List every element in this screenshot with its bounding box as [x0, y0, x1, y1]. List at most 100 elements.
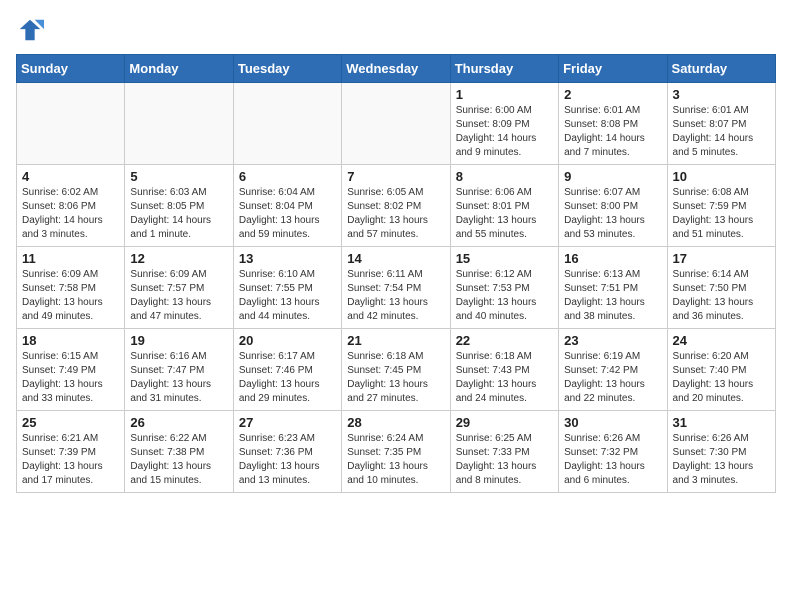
- day-info: Sunrise: 6:25 AMSunset: 7:33 PMDaylight:…: [456, 432, 553, 488]
- day-info: Sunrise: 6:18 AMSunset: 7:45 PMDaylight:…: [347, 350, 444, 406]
- week-row-2: 4Sunrise: 6:02 AMSunset: 8:06 PMDaylight…: [17, 165, 776, 247]
- day-info: Sunrise: 6:11 AMSunset: 7:54 PMDaylight:…: [347, 268, 444, 324]
- day-info: Sunrise: 6:03 AMSunset: 8:05 PMDaylight:…: [130, 186, 227, 242]
- day-info: Sunrise: 6:18 AMSunset: 7:43 PMDaylight:…: [456, 350, 553, 406]
- day-info: Sunrise: 6:01 AMSunset: 8:07 PMDaylight:…: [673, 104, 770, 160]
- calendar-cell: 3 Sunrise: 6:01 AMSunset: 8:07 PMDaylight…: [667, 83, 775, 165]
- day-info: Sunrise: 6:06 AMSunset: 8:01 PMDaylight:…: [456, 186, 553, 242]
- day-of-week-thursday: Thursday: [450, 55, 558, 83]
- calendar-cell: [233, 83, 341, 165]
- calendar-cell: 16Sunrise: 6:13 AMSunset: 7:51 PMDayligh…: [559, 247, 667, 329]
- day-of-week-tuesday: Tuesday: [233, 55, 341, 83]
- calendar-cell: 2 Sunrise: 6:01 AMSunset: 8:08 PMDaylight…: [559, 83, 667, 165]
- calendar-cell: 10 Sunrise: 6:08 AMSunset: 7:59 PMDayligh…: [667, 165, 775, 247]
- day-info: Sunrise: 6:09 AMSunset: 7:58 PMDaylight:…: [22, 268, 119, 324]
- day-number: 28: [347, 415, 444, 430]
- calendar-cell: 5 Sunrise: 6:03 AMSunset: 8:05 PMDaylight…: [125, 165, 233, 247]
- calendar-cell: [342, 83, 450, 165]
- day-info: Sunrise: 6:26 AMSunset: 7:32 PMDaylight:…: [564, 432, 661, 488]
- day-of-week-monday: Monday: [125, 55, 233, 83]
- day-number: 3: [673, 87, 770, 102]
- calendar-cell: 1 Sunrise: 6:00 AMSunset: 8:09 PMDaylight…: [450, 83, 558, 165]
- day-number: 12: [130, 251, 227, 266]
- day-info: Sunrise: 6:12 AMSunset: 7:53 PMDaylight:…: [456, 268, 553, 324]
- day-info: Sunrise: 6:16 AMSunset: 7:47 PMDaylight:…: [130, 350, 227, 406]
- day-of-week-sunday: Sunday: [17, 55, 125, 83]
- day-number: 23: [564, 333, 661, 348]
- day-info: Sunrise: 6:00 AMSunset: 8:09 PMDaylight:…: [456, 104, 553, 160]
- day-number: 22: [456, 333, 553, 348]
- calendar-cell: 11 Sunrise: 6:09 AMSunset: 7:58 PMDayligh…: [17, 247, 125, 329]
- calendar-cell: 17Sunrise: 6:14 AMSunset: 7:50 PMDayligh…: [667, 247, 775, 329]
- day-info: Sunrise: 6:08 AMSunset: 7:59 PMDaylight:…: [673, 186, 770, 242]
- calendar-cell: [17, 83, 125, 165]
- day-number: 29: [456, 415, 553, 430]
- calendar-cell: 14Sunrise: 6:11 AMSunset: 7:54 PMDayligh…: [342, 247, 450, 329]
- day-number: 17: [673, 251, 770, 266]
- calendar-cell: 20 Sunrise: 6:17 AMSunset: 7:46 PMDayligh…: [233, 329, 341, 411]
- day-info: Sunrise: 6:02 AMSunset: 8:06 PMDaylight:…: [22, 186, 119, 242]
- calendar-cell: 18 Sunrise: 6:15 AMSunset: 7:49 PMDayligh…: [17, 329, 125, 411]
- day-number: 20: [239, 333, 336, 348]
- day-number: 25: [22, 415, 119, 430]
- calendar-cell: 6 Sunrise: 6:04 AMSunset: 8:04 PMDaylight…: [233, 165, 341, 247]
- calendar-cell: 22 Sunrise: 6:18 AMSunset: 7:43 PMDayligh…: [450, 329, 558, 411]
- calendar-cell: 15 Sunrise: 6:12 AMSunset: 7:53 PMDayligh…: [450, 247, 558, 329]
- calendar-cell: 12 Sunrise: 6:09 AMSunset: 7:57 PMDayligh…: [125, 247, 233, 329]
- calendar-header-row: SundayMondayTuesdayWednesdayThursdayFrid…: [17, 55, 776, 83]
- page-header: [16, 16, 776, 44]
- day-number: 19: [130, 333, 227, 348]
- day-info: Sunrise: 6:26 AMSunset: 7:30 PMDaylight:…: [673, 432, 770, 488]
- day-info: Sunrise: 6:05 AMSunset: 8:02 PMDaylight:…: [347, 186, 444, 242]
- day-info: Sunrise: 6:23 AMSunset: 7:36 PMDaylight:…: [239, 432, 336, 488]
- calendar-cell: 27 Sunrise: 6:23 AMSunset: 7:36 PMDayligh…: [233, 411, 341, 493]
- day-number: 10: [673, 169, 770, 184]
- calendar-cell: 24Sunrise: 6:20 AMSunset: 7:40 PMDayligh…: [667, 329, 775, 411]
- day-number: 21: [347, 333, 444, 348]
- week-row-3: 11 Sunrise: 6:09 AMSunset: 7:58 PMDayligh…: [17, 247, 776, 329]
- day-of-week-wednesday: Wednesday: [342, 55, 450, 83]
- day-info: Sunrise: 6:19 AMSunset: 7:42 PMDaylight:…: [564, 350, 661, 406]
- day-info: Sunrise: 6:17 AMSunset: 7:46 PMDaylight:…: [239, 350, 336, 406]
- day-number: 5: [130, 169, 227, 184]
- day-number: 27: [239, 415, 336, 430]
- day-number: 13: [239, 251, 336, 266]
- day-info: Sunrise: 6:10 AMSunset: 7:55 PMDaylight:…: [239, 268, 336, 324]
- day-number: 11: [22, 251, 119, 266]
- day-info: Sunrise: 6:13 AMSunset: 7:51 PMDaylight:…: [564, 268, 661, 324]
- day-number: 7: [347, 169, 444, 184]
- day-number: 9: [564, 169, 661, 184]
- calendar-table: SundayMondayTuesdayWednesdayThursdayFrid…: [16, 54, 776, 493]
- calendar-cell: 8 Sunrise: 6:06 AMSunset: 8:01 PMDaylight…: [450, 165, 558, 247]
- calendar-cell: 28 Sunrise: 6:24 AMSunset: 7:35 PMDayligh…: [342, 411, 450, 493]
- day-number: 2: [564, 87, 661, 102]
- day-number: 8: [456, 169, 553, 184]
- logo: [16, 16, 48, 44]
- day-number: 15: [456, 251, 553, 266]
- logo-icon: [16, 16, 44, 44]
- day-info: Sunrise: 6:24 AMSunset: 7:35 PMDaylight:…: [347, 432, 444, 488]
- calendar-cell: 29 Sunrise: 6:25 AMSunset: 7:33 PMDayligh…: [450, 411, 558, 493]
- day-number: 18: [22, 333, 119, 348]
- calendar-cell: 26 Sunrise: 6:22 AMSunset: 7:38 PMDayligh…: [125, 411, 233, 493]
- day-number: 1: [456, 87, 553, 102]
- day-number: 26: [130, 415, 227, 430]
- day-info: Sunrise: 6:04 AMSunset: 8:04 PMDaylight:…: [239, 186, 336, 242]
- day-info: Sunrise: 6:09 AMSunset: 7:57 PMDaylight:…: [130, 268, 227, 324]
- calendar-cell: 25Sunrise: 6:21 AMSunset: 7:39 PMDayligh…: [17, 411, 125, 493]
- day-info: Sunrise: 6:15 AMSunset: 7:49 PMDaylight:…: [22, 350, 119, 406]
- day-info: Sunrise: 6:20 AMSunset: 7:40 PMDaylight:…: [673, 350, 770, 406]
- calendar-cell: 19 Sunrise: 6:16 AMSunset: 7:47 PMDayligh…: [125, 329, 233, 411]
- calendar-cell: [125, 83, 233, 165]
- calendar-cell: 7 Sunrise: 6:05 AMSunset: 8:02 PMDaylight…: [342, 165, 450, 247]
- calendar-cell: 4Sunrise: 6:02 AMSunset: 8:06 PMDaylight…: [17, 165, 125, 247]
- day-number: 6: [239, 169, 336, 184]
- calendar-cell: 23 Sunrise: 6:19 AMSunset: 7:42 PMDayligh…: [559, 329, 667, 411]
- calendar-cell: 31Sunrise: 6:26 AMSunset: 7:30 PMDayligh…: [667, 411, 775, 493]
- day-info: Sunrise: 6:01 AMSunset: 8:08 PMDaylight:…: [564, 104, 661, 160]
- day-info: Sunrise: 6:22 AMSunset: 7:38 PMDaylight:…: [130, 432, 227, 488]
- week-row-4: 18 Sunrise: 6:15 AMSunset: 7:49 PMDayligh…: [17, 329, 776, 411]
- day-number: 30: [564, 415, 661, 430]
- day-of-week-friday: Friday: [559, 55, 667, 83]
- week-row-1: 1 Sunrise: 6:00 AMSunset: 8:09 PMDaylight…: [17, 83, 776, 165]
